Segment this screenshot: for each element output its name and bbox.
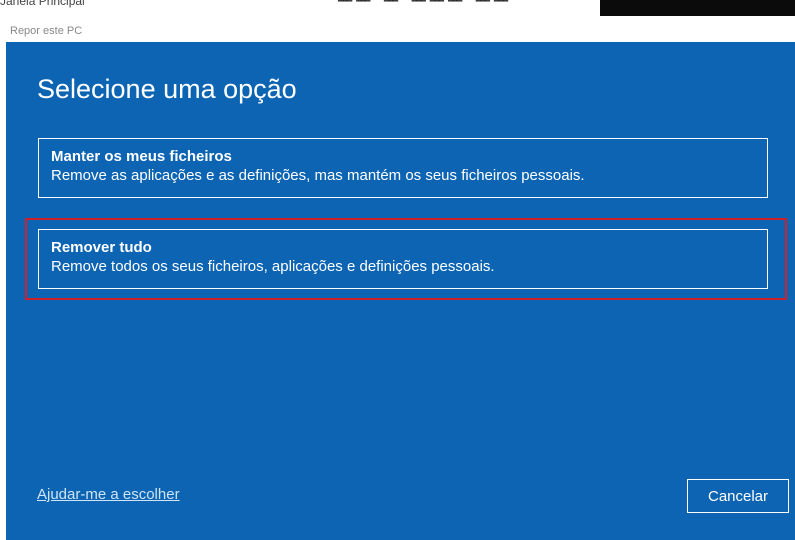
option-remove-everything-description: Remove todos os seus ficheiros, aplicaçõ…: [51, 258, 495, 275]
help-me-choose-link[interactable]: Ajudar-me a escolher: [37, 486, 180, 503]
background-window-dark-area: [600, 0, 795, 16]
background-window-text: Janela Principal: [0, 0, 85, 8]
reset-pc-panel: Selecione uma opção Manter os meus fiche…: [6, 42, 795, 540]
background-window-graphic: ╨╨ ╨ ╨╨╨ ╨╨: [338, 0, 513, 12]
option-remove-everything[interactable]: Remover tudo Remove todos os seus fichei…: [38, 229, 768, 289]
option-remove-everything-title: Remover tudo: [51, 239, 152, 256]
background-window-strip: Janela Principal ╨╨ ╨ ╨╨╨ ╨╨: [0, 0, 795, 20]
option-keep-files-description: Remove as aplicações e as definições, ma…: [51, 167, 585, 184]
option-keep-files-title: Manter os meus ficheiros: [51, 148, 232, 165]
screenshot-root: Janela Principal ╨╨ ╨ ╨╨╨ ╨╨ Repor este …: [0, 0, 795, 540]
window-title: Repor este PC: [10, 25, 83, 37]
option-keep-files[interactable]: Manter os meus ficheiros Remove as aplic…: [38, 138, 768, 198]
cancel-button[interactable]: Cancelar: [687, 479, 789, 513]
dialog-heading: Selecione uma opção: [37, 74, 297, 104]
